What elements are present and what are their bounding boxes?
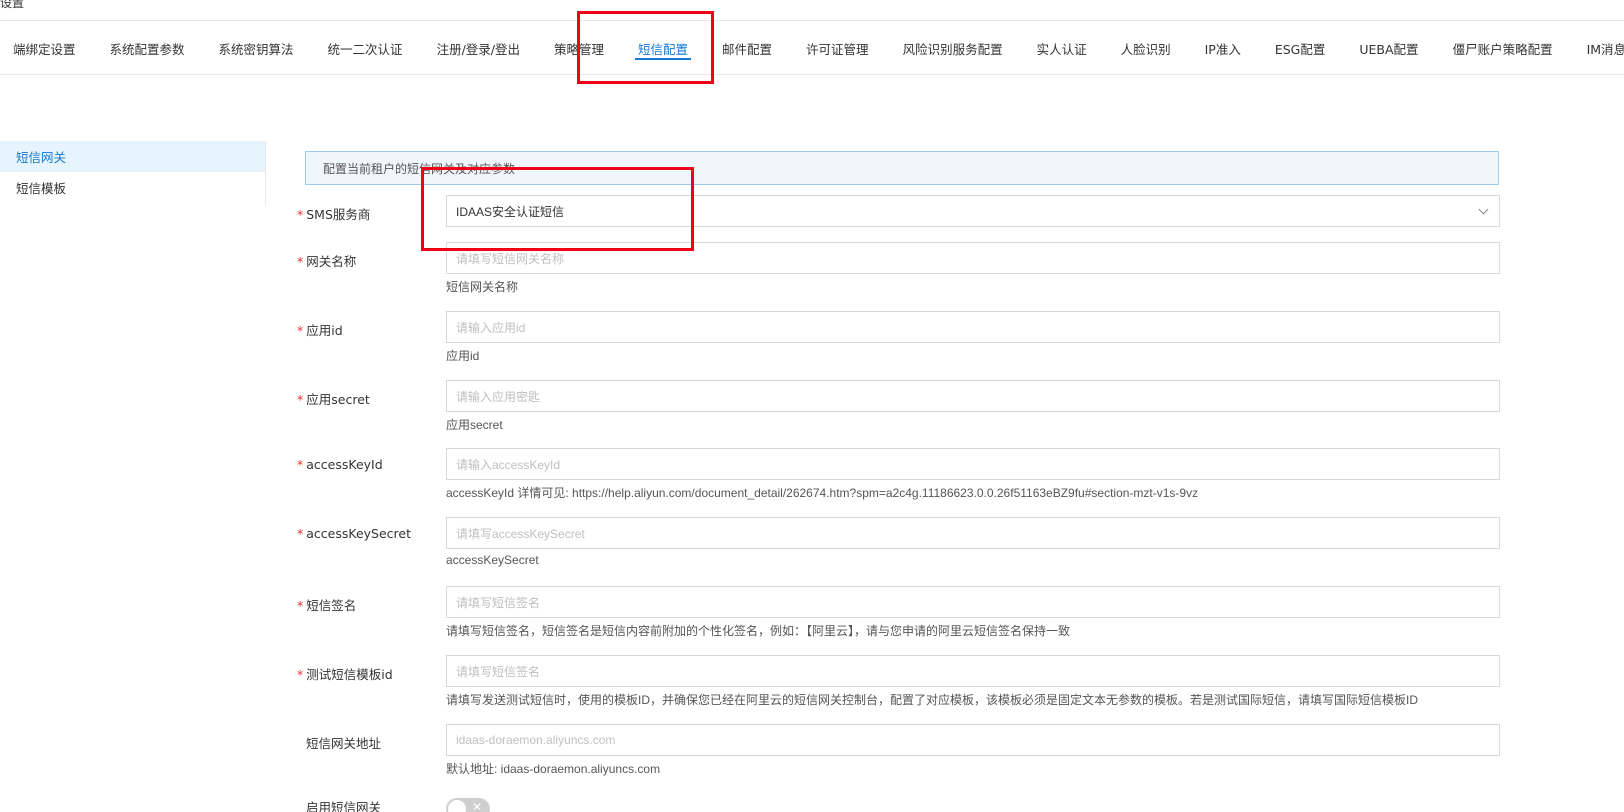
form-row-gateway-name: * 网关名称 请填写短信网关名称 短信网关名称 — [290, 242, 1500, 311]
form-row-access-key-id: * accessKeyId 请输入accessKeyId accessKeyId … — [290, 448, 1500, 517]
access-key-secret-input[interactable]: 请填写accessKeySecret — [446, 517, 1500, 549]
tab-sms-config[interactable]: 短信配置 — [621, 22, 705, 74]
test-template-id-label: * 测试短信模板id — [297, 667, 393, 682]
sms-provider-select[interactable]: IDAAS安全认证短信 — [446, 195, 1500, 227]
form-row-app-secret: * 应用secret 请输入应用密匙 应用secret — [290, 380, 1500, 448]
tab-system-params[interactable]: 系统配置参数 — [93, 22, 202, 74]
tab-esg[interactable]: ESG配置 — [1258, 22, 1343, 74]
sms-gateway-form: * SMS服务商 IDAAS安全认证短信 * 网关名称 请填写短信网关名称 短信网关… — [290, 195, 1500, 812]
access-key-secret-label: * accessKeySecret — [297, 526, 411, 541]
access-key-id-help: accessKeyId 详情可见: https://help.aliyun.co… — [446, 486, 1199, 500]
settings-tabs: 端绑定设置 系统配置参数 系统密钥算法 统一二次认证 注册/登录/登出 策略管理… — [0, 22, 1624, 74]
gateway-address-help: 默认地址: idaas-doraemon.aliyuncs.com — [446, 762, 661, 776]
enable-gateway-toggle[interactable]: ✕ — [446, 798, 490, 812]
tab-key-algorithm[interactable]: 系统密钥算法 — [202, 22, 311, 74]
sidebar-item-sms-template[interactable]: 短信模板 — [0, 172, 265, 203]
access-key-id-label: * accessKeyId — [297, 457, 383, 472]
tab-risk-service[interactable]: 风险识别服务配置 — [886, 22, 1020, 74]
close-icon: ✕ — [471, 800, 482, 812]
sms-provider-label: * SMS服务商 — [297, 207, 371, 222]
enable-gateway-label: 启用短信网关 — [306, 800, 382, 812]
sms-signature-help: 请填写短信签名，短信签名是短信内容前附加的个性化签名，例如：【阿里云】，请与您申… — [446, 624, 1071, 638]
gateway-address-label: 短信网关地址 — [306, 736, 382, 751]
sidebar-item-sms-gateway[interactable]: 短信网关 — [0, 141, 265, 172]
app-secret-help: 应用secret — [446, 418, 503, 432]
form-row-sms-provider: * SMS服务商 IDAAS安全认证短信 — [290, 195, 1500, 242]
app-id-input[interactable]: 请输入应用id — [446, 311, 1500, 343]
tab-license[interactable]: 许可证管理 — [789, 22, 886, 74]
tab-im-login[interactable]: IM消息免登 — [1570, 22, 1624, 74]
info-notice: 配置当前租户的短信网关及对应参数 — [305, 151, 1499, 185]
gateway-name-label: * 网关名称 — [297, 254, 357, 269]
tabs-divider — [0, 74, 1624, 75]
app-id-label: * 应用id — [297, 323, 343, 338]
sms-signature-input[interactable]: 请填写短信签名 — [446, 586, 1500, 618]
notice-text: 配置当前租户的短信网关及对应参数 — [323, 161, 516, 176]
form-row-enable-gateway: 启用短信网关 ✕ — [290, 795, 1500, 812]
tab-zombie-account[interactable]: 僵尸账户策略配置 — [1436, 22, 1570, 74]
form-row-test-template-id: * 测试短信模板id 请填写短信签名 请填写发送测试短信时，使用的模板ID，并确保… — [290, 655, 1500, 724]
app-id-help: 应用id — [446, 349, 480, 363]
tab-face-recognition[interactable]: 人脸识别 — [1104, 22, 1188, 74]
tab-mail-config[interactable]: 邮件配置 — [705, 22, 789, 74]
sms-sidebar: 短信网关 短信模板 — [0, 141, 266, 205]
page-title: 设置 — [0, 0, 25, 10]
sms-provider-value: IDAAS安全认证短信 — [456, 204, 565, 219]
access-key-id-input[interactable]: 请输入accessKeyId — [446, 448, 1500, 480]
app-secret-input[interactable]: 请输入应用密匙 — [446, 380, 1500, 412]
form-row-sms-signature: * 短信签名 请填写短信签名 请填写短信签名，短信签名是短信内容前附加的个性化签名… — [290, 586, 1500, 655]
sms-signature-label: * 短信签名 — [297, 598, 357, 613]
access-key-secret-help: accessKeySecret — [446, 553, 539, 567]
tab-register-login[interactable]: 注册/登录/登出 — [420, 22, 537, 74]
form-row-app-id: * 应用id 请输入应用id 应用id — [290, 311, 1500, 380]
header-divider — [0, 20, 1624, 21]
toggle-knob — [448, 800, 466, 812]
form-row-gateway-address: 短信网关地址 idaas-doraemon.aliyuncs.com 默认地址:… — [290, 724, 1500, 795]
gateway-name-help: 短信网关名称 — [446, 280, 519, 294]
tab-realname-auth[interactable]: 实人认证 — [1020, 22, 1104, 74]
form-row-access-key-secret: * accessKeySecret 请填写accessKeySecret acce… — [290, 517, 1500, 586]
tab-policy[interactable]: 策略管理 — [537, 22, 621, 74]
chevron-down-icon — [1478, 204, 1489, 214]
gateway-address-input[interactable]: idaas-doraemon.aliyuncs.com — [446, 724, 1500, 756]
test-template-id-input[interactable]: 请填写短信签名 — [446, 655, 1500, 687]
tab-device-binding[interactable]: 端绑定设置 — [0, 22, 93, 74]
tab-ip-access[interactable]: IP准入 — [1188, 22, 1258, 74]
tab-second-auth[interactable]: 统一二次认证 — [311, 22, 420, 74]
test-template-id-help: 请填写发送测试短信时，使用的模板ID，并确保您已经在阿里云的短信网关控制台，配置… — [446, 693, 1419, 707]
app-secret-label: * 应用secret — [297, 392, 370, 407]
gateway-name-input[interactable]: 请填写短信网关名称 — [446, 242, 1500, 274]
tab-ueba[interactable]: UEBA配置 — [1342, 22, 1435, 74]
